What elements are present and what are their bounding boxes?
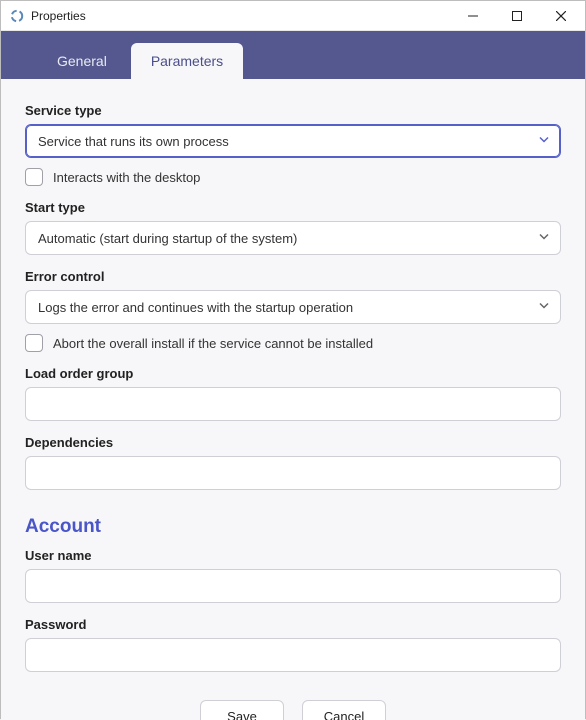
content-panel: Service type Service that runs its own p… <box>1 79 585 720</box>
dependencies-input[interactable] <box>25 456 561 490</box>
interacts-desktop-row: Interacts with the desktop <box>25 168 561 186</box>
window-title: Properties <box>31 9 86 23</box>
service-type-label: Service type <box>25 103 561 118</box>
close-button[interactable] <box>539 1 583 31</box>
account-heading: Account <box>25 516 561 538</box>
minimize-button[interactable] <box>451 1 495 31</box>
start-type-select[interactable]: Automatic (start during startup of the s… <box>25 221 561 255</box>
interacts-desktop-checkbox[interactable] <box>25 168 43 186</box>
password-input[interactable] <box>25 638 561 672</box>
abort-install-label: Abort the overall install if the service… <box>53 336 373 351</box>
chevron-down-icon <box>538 300 550 315</box>
interacts-desktop-label: Interacts with the desktop <box>53 170 200 185</box>
service-type-select[interactable]: Service that runs its own process <box>25 124 561 158</box>
service-type-value: Service that runs its own process <box>38 134 229 149</box>
load-order-group-label: Load order group <box>25 366 561 381</box>
user-name-label: User name <box>25 548 561 563</box>
tab-general[interactable]: General <box>37 43 127 79</box>
start-type-value: Automatic (start during startup of the s… <box>38 231 297 246</box>
error-control-select[interactable]: Logs the error and continues with the st… <box>25 290 561 324</box>
save-button[interactable]: Save <box>200 700 284 720</box>
password-label: Password <box>25 617 561 632</box>
dependencies-label: Dependencies <box>25 435 561 450</box>
tabbar: General Parameters <box>1 31 585 79</box>
app-icon <box>9 8 25 24</box>
maximize-button[interactable] <box>495 1 539 31</box>
error-control-value: Logs the error and continues with the st… <box>38 300 353 315</box>
tab-parameters[interactable]: Parameters <box>131 43 243 79</box>
titlebar: Properties <box>1 1 585 31</box>
chevron-down-icon <box>538 231 550 246</box>
user-name-input[interactable] <box>25 569 561 603</box>
abort-install-checkbox[interactable] <box>25 334 43 352</box>
error-control-label: Error control <box>25 269 561 284</box>
chevron-down-icon <box>538 134 550 149</box>
start-type-label: Start type <box>25 200 561 215</box>
abort-install-row: Abort the overall install if the service… <box>25 334 561 352</box>
load-order-group-input[interactable] <box>25 387 561 421</box>
dialog-footer: Save Cancel <box>25 700 561 720</box>
cancel-button[interactable]: Cancel <box>302 700 386 720</box>
